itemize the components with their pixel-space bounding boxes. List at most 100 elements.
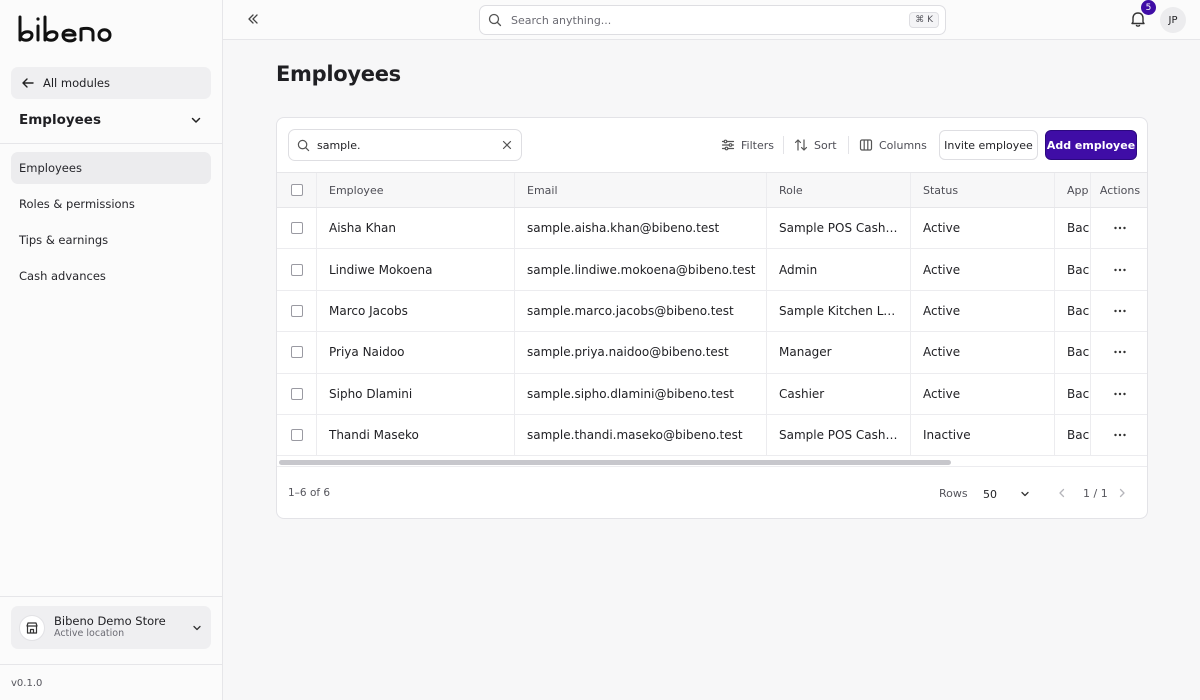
- row-select-cell: [277, 249, 317, 290]
- all-modules-button[interactable]: All modules: [11, 67, 211, 99]
- chevron-down-icon: [1019, 488, 1031, 500]
- filters-label: Filters: [741, 138, 774, 152]
- location-switcher[interactable]: Bibeno Demo Store Active location: [11, 606, 211, 649]
- table-search-input[interactable]: [317, 138, 501, 152]
- store-subtitle: Active location: [54, 627, 125, 639]
- more-horizontal-icon[interactable]: [1112, 220, 1128, 236]
- module-selector[interactable]: Employees: [11, 104, 211, 136]
- employee-app: Bac: [1055, 290, 1091, 332]
- topbar: ⌘ K 5 JP: [223, 0, 1200, 40]
- row-select-cell: [277, 208, 317, 249]
- sidebar-item-label: Employees: [19, 161, 82, 175]
- bibeno-logo[interactable]: [16, 14, 112, 46]
- sidebar-item-label: Roles & permissions: [19, 197, 135, 211]
- user-avatar[interactable]: JP: [1160, 7, 1186, 33]
- chevron-down-icon: [191, 622, 203, 634]
- sidebar-item-tips-earnings[interactable]: Tips & earnings: [11, 224, 211, 256]
- row-actions-cell: [1091, 332, 1147, 372]
- sidebar-divider: [0, 143, 222, 144]
- employee-name: Marco Jacobs: [317, 290, 515, 332]
- sort-button[interactable]: Sort: [794, 134, 837, 156]
- table-row[interactable]: Aisha Khan sample.aisha.khan@bibeno.test…: [277, 208, 1147, 250]
- employee-status: Active: [911, 332, 1055, 373]
- employee-status: Active: [911, 208, 1055, 249]
- sort-icon: [794, 138, 808, 152]
- employee-name: Lindiwe Mokoena: [317, 249, 515, 290]
- employee-role: Sample Kitchen Lead: [779, 303, 899, 318]
- employee-email: sample.priya.naidoo@bibeno.test: [515, 332, 767, 373]
- employee-name: Thandi Maseko: [317, 414, 515, 456]
- employee-role: Admin: [779, 262, 818, 277]
- table-row[interactable]: Priya Naidoo sample.priya.naidoo@bibeno.…: [277, 332, 1147, 374]
- sidebar-item-roles-permissions[interactable]: Roles & permissions: [11, 188, 211, 220]
- sidebar-item-label: Tips & earnings: [19, 233, 109, 247]
- table-row[interactable]: Sipho Dlamini sample.sipho.dlamini@biben…: [277, 373, 1147, 415]
- row-checkbox[interactable]: [290, 387, 303, 400]
- column-header-email[interactable]: Email: [515, 173, 767, 207]
- table-search[interactable]: [288, 129, 522, 161]
- chevrons-left-icon[interactable]: [245, 11, 261, 27]
- employee-name: Priya Naidoo: [317, 332, 515, 373]
- filters-button[interactable]: Filters: [721, 134, 774, 156]
- employee-role-cell: Sample POS Cashier: [767, 414, 911, 456]
- global-search-input[interactable]: [511, 13, 910, 27]
- global-search[interactable]: ⌘ K: [479, 5, 946, 35]
- column-header-app[interactable]: App: [1055, 173, 1091, 207]
- column-header-status[interactable]: Status: [911, 173, 1055, 207]
- select-all-cell: [277, 173, 317, 207]
- search-icon: [488, 13, 502, 27]
- store-name: Bibeno Demo Store: [54, 614, 166, 629]
- column-header-role[interactable]: Role: [767, 173, 911, 207]
- row-actions-cell: [1091, 291, 1147, 331]
- columns-button[interactable]: Columns: [859, 134, 927, 156]
- more-horizontal-icon[interactable]: [1112, 344, 1128, 360]
- sidebar-divider: [0, 664, 222, 665]
- columns-icon: [859, 138, 873, 152]
- more-horizontal-icon[interactable]: [1112, 427, 1128, 443]
- row-checkbox[interactable]: [290, 429, 303, 442]
- employee-email: sample.thandi.maseko@bibeno.test: [515, 414, 767, 456]
- sidebar-item-employees[interactable]: Employees: [11, 152, 211, 184]
- employees-table: Employee Email Role Status App Actions A…: [277, 172, 1147, 457]
- employee-app: Bac: [1055, 373, 1091, 414]
- employee-email: sample.sipho.dlamini@bibeno.test: [515, 373, 767, 414]
- sidebar-divider: [0, 596, 222, 597]
- table-row[interactable]: Marco Jacobs sample.marco.jacobs@bibeno.…: [277, 290, 1147, 333]
- select-all-checkbox[interactable]: [290, 184, 303, 196]
- column-header-actions: Actions: [1099, 183, 1141, 197]
- more-horizontal-icon[interactable]: [1112, 262, 1128, 278]
- sidebar-item-cash-advances[interactable]: Cash advances: [11, 260, 211, 292]
- more-horizontal-icon[interactable]: [1112, 386, 1128, 402]
- module-selector-label: Employees: [19, 112, 102, 128]
- x-icon[interactable]: [501, 139, 513, 151]
- horizontal-scrollbar[interactable]: [279, 460, 951, 465]
- chevron-right-icon[interactable]: [1115, 486, 1129, 500]
- table-row[interactable]: Lindiwe Mokoena sample.lindiwe.mokoena@b…: [277, 249, 1147, 291]
- rows-per-page-value: 50: [983, 487, 997, 501]
- row-actions-cell: [1091, 374, 1147, 414]
- column-header-employee[interactable]: Employee: [317, 173, 515, 207]
- employee-role: Manager: [779, 345, 832, 360]
- table-row[interactable]: Thandi Maseko sample.thandi.maseko@biben…: [277, 414, 1147, 457]
- location-info: Bibeno Demo Store Active location: [54, 615, 191, 639]
- employees-table-card: Filters Sort Columns Invite employee Add…: [276, 117, 1148, 519]
- chevron-left-icon[interactable]: [1055, 486, 1069, 500]
- row-select-cell: [277, 373, 317, 414]
- employee-email: sample.aisha.khan@bibeno.test: [515, 208, 767, 249]
- columns-label: Columns: [879, 138, 927, 152]
- add-employee-button[interactable]: Add employee: [1045, 130, 1137, 160]
- rows-per-page-select[interactable]: 50: [977, 480, 1037, 508]
- row-checkbox[interactable]: [290, 346, 303, 359]
- row-checkbox[interactable]: [290, 263, 303, 276]
- toolbar-divider: [783, 136, 784, 154]
- row-checkbox[interactable]: [290, 222, 303, 235]
- invite-employee-button[interactable]: Invite employee: [939, 130, 1038, 160]
- table-header: Employee Email Role Status App Actions: [277, 172, 1147, 208]
- row-checkbox[interactable]: [290, 304, 303, 317]
- more-horizontal-icon[interactable]: [1112, 303, 1128, 319]
- row-actions-cell: [1091, 415, 1147, 455]
- row-actions-cell: [1091, 249, 1147, 289]
- sort-label: Sort: [814, 138, 837, 152]
- app-version: v0.1.0: [11, 678, 43, 689]
- employee-name: Sipho Dlamini: [317, 373, 515, 414]
